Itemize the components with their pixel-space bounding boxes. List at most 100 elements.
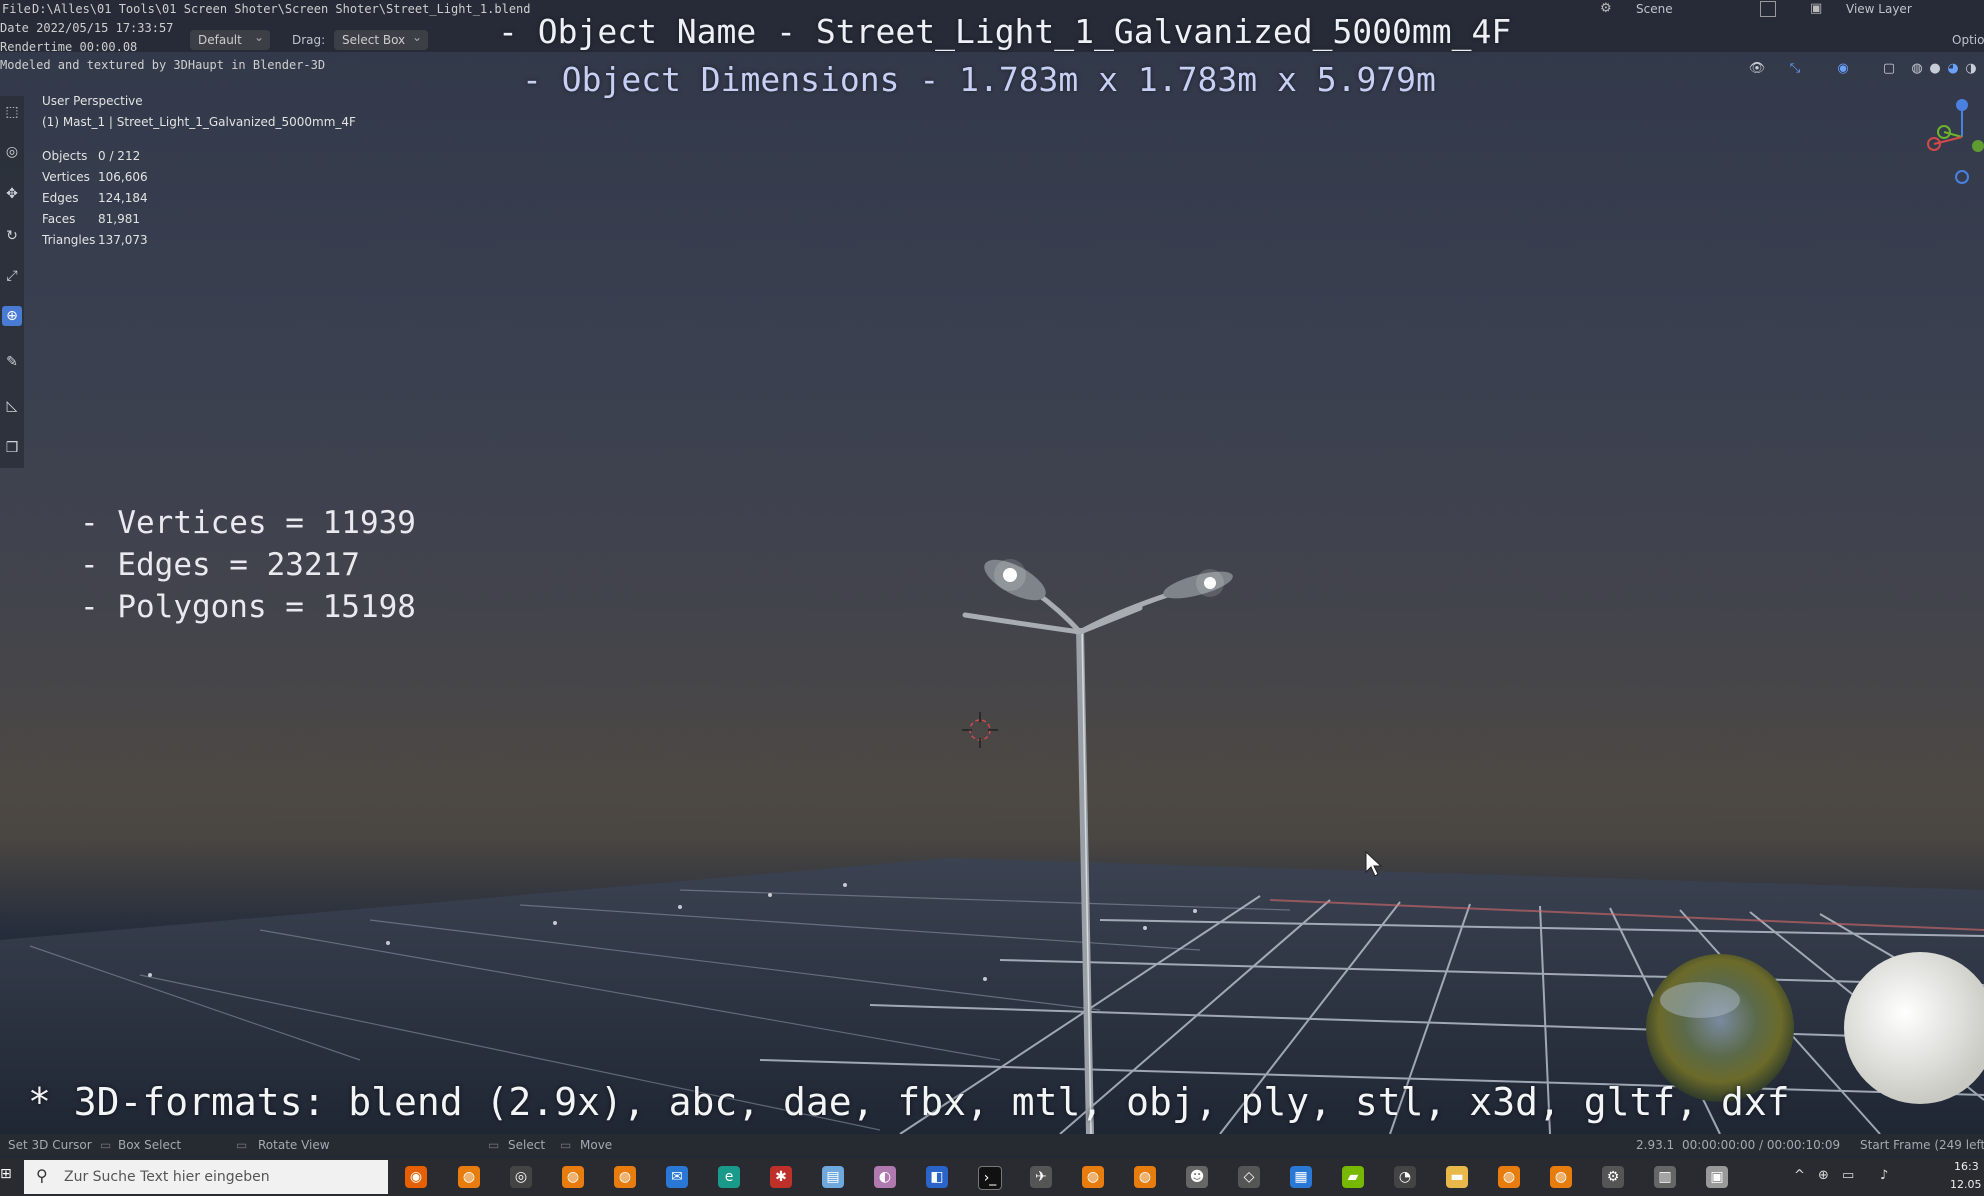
object-name-title: - Object Name - Street_Light_1_Galvanize… [498,12,1512,51]
stat-label: Vertices [42,169,90,184]
app-icon[interactable]: ◐ [874,1166,896,1188]
formats-caption: * 3D-formats: blend (2.9x), abc, dae, fb… [28,1080,1790,1124]
notepad-icon[interactable]: ▤ [822,1166,844,1188]
edges-count: - Edges = 23217 [80,547,360,583]
modeled-by: Modeled and textured by 3DHaupt in Blend… [0,58,326,72]
blender-icon[interactable]: ◍ [1498,1166,1520,1188]
stat-label: Objects [42,148,88,163]
polygons-count: - Polygons = 15198 [80,589,416,625]
tray-battery-icon[interactable]: ▭ [1842,1168,1854,1183]
start-frame-info: Start Frame (249 left) [1860,1138,1984,1152]
scale-tool-icon[interactable]: ⤢ [2,266,22,286]
blender-icon[interactable]: ◍ [614,1166,636,1188]
clock-time[interactable]: 16:3 [1954,1160,1979,1173]
view-layer-icon[interactable]: ▣ [1810,1,1830,17]
gizmo-toggle-icon[interactable]: ⤡ [1786,60,1804,78]
orientation-dropdown[interactable]: Default [190,27,270,50]
status-set-cursor: Set 3D Cursor [8,1138,92,1152]
taskbar-search-input[interactable]: Zur Suche Text hier eingeben [24,1160,388,1194]
cube-icon[interactable]: ◇ [1238,1166,1260,1188]
firefox-icon[interactable]: ◉ [405,1166,427,1188]
blender-icon[interactable]: ◍ [458,1166,480,1188]
status-bar: Set 3D Cursor ▭ Box Select ▭ Rotate View… [0,1134,1984,1156]
measure-tool-icon[interactable]: ◺ [2,396,22,416]
viewport-perspective: User Perspective [42,94,143,108]
viewport-statistics: Objects 0 / 212 Vertices 106,606 Edges 124,… [42,145,148,250]
app-icon[interactable]: ✱ [770,1166,792,1188]
status-box-select: Box Select [118,1138,182,1152]
app-icon[interactable]: ▣ [1706,1166,1728,1188]
tray-network-icon[interactable]: ⊕ [1818,1168,1829,1183]
overlays-toggle-icon[interactable]: ◉ [1834,60,1852,78]
stat-row: Edges 124,184 [42,187,148,208]
transform-tool-icon[interactable]: ⊕ [2,306,22,326]
move-tool-icon[interactable]: ✥ [2,184,22,204]
options-menu[interactable]: Options [1952,33,1984,47]
stat-label: Edges [42,190,79,205]
solid-shading-icon[interactable]: ● [1926,60,1944,78]
clock-date[interactable]: 12.05 [1950,1178,1982,1191]
rotate-tool-icon[interactable]: ↻ [2,226,22,246]
edge-icon[interactable]: e [718,1166,740,1188]
material-shading-icon[interactable]: ◕ [1944,60,1962,78]
3d-cursor-icon [962,712,998,748]
render-time: Rendertime 00:00.08 [0,40,138,54]
cursor-tool-icon[interactable]: ◎ [2,142,22,162]
stat-value: 106,606 [98,169,148,184]
xray-toggle-icon[interactable]: ▢ [1880,60,1898,78]
vertices-count: - Vertices = 11939 [80,505,416,541]
select-mouse-icon: ▭ [488,1138,500,1152]
app-icon[interactable]: ◧ [926,1166,948,1188]
tool-shelf: ⬚ ◎ ✥ ↻ ⤢ ⊕ ✎ ◺ ❒ [0,96,24,468]
drag-dropdown[interactable]: Select Box [334,27,428,50]
blender-icon[interactable]: ◍ [1082,1166,1104,1188]
stat-row: Objects 0 / 212 [42,145,148,166]
annotate-tool-icon[interactable]: ✎ [2,352,22,372]
rendered-shading-icon[interactable]: ◑ [1962,60,1980,78]
new-scene-icon[interactable] [1760,1,1776,17]
calendar-icon[interactable]: ▦ [1290,1166,1312,1188]
panda-icon[interactable]: ☻ [1186,1166,1208,1188]
obs-icon[interactable]: ◎ [510,1166,532,1188]
menu-file[interactable]: File [2,2,31,16]
drag-label: Drag: [292,33,326,47]
navigation-gizmo[interactable] [1910,92,1984,192]
file-path: D:\Alles\01 Tools\01 Screen Shoter\Scree… [32,2,531,16]
mail-icon[interactable]: ✉ [666,1166,688,1188]
tray-volume-icon[interactable]: ♪ [1880,1168,1888,1183]
search-icon: ⚲ [36,1166,48,1185]
view-object-types-icon[interactable]: 👁 [1748,60,1766,78]
wireframe-shading-icon[interactable]: ◍ [1908,60,1926,78]
stat-value: 0 / 212 [98,148,141,163]
stat-value: 81,981 [98,211,140,226]
stat-row: Vertices 106,606 [42,166,148,187]
app-icon[interactable]: ▥ [1654,1166,1676,1188]
timecode: 00:00:00:00 / 00:00:10:09 [1682,1138,1841,1152]
tray-chevron-icon[interactable]: ^ [1794,1168,1805,1183]
app-icon[interactable]: ◔ [1394,1166,1416,1188]
app-icon[interactable]: ✈ [1030,1166,1052,1188]
scene-icon[interactable]: ⚙ [1600,1,1624,19]
status-rotate-view: Rotate View [258,1138,330,1152]
terminal-icon[interactable]: ›_ [978,1166,1002,1190]
stat-label: Triangles [42,232,96,247]
status-select: Select [508,1138,546,1152]
stat-row: Triangles 137,073 [42,229,148,250]
scene-name[interactable]: Scene [1636,2,1673,16]
stat-label: Faces [42,211,76,226]
windows-start-icon[interactable]: ⊞ [0,1166,20,1188]
viewport-collection: (1) Mast_1 | Street_Light_1_Galvanized_5… [42,115,356,129]
folder-icon[interactable]: ▬ [1446,1166,1468,1188]
blender-icon[interactable]: ◍ [1134,1166,1156,1188]
select-tool-icon[interactable]: ⬚ [2,102,22,122]
blender-version: 2.93.1 [1636,1138,1675,1152]
nvidia-icon[interactable]: ▰ [1342,1166,1364,1188]
rotate-view-icon: ▭ [236,1138,248,1152]
status-move: Move [580,1138,613,1152]
blender-icon[interactable]: ◍ [1550,1166,1572,1188]
os-taskbar: ⊞ Zur Suche Text hier eingeben ⚲ ◉ ◍ ◎ ◍… [0,1158,1984,1196]
view-layer-name[interactable]: View Layer [1846,2,1912,16]
add-cube-icon[interactable]: ❒ [2,438,22,458]
settings-gear-icon[interactable]: ⚙ [1602,1166,1624,1188]
blender-icon[interactable]: ◍ [562,1166,584,1188]
